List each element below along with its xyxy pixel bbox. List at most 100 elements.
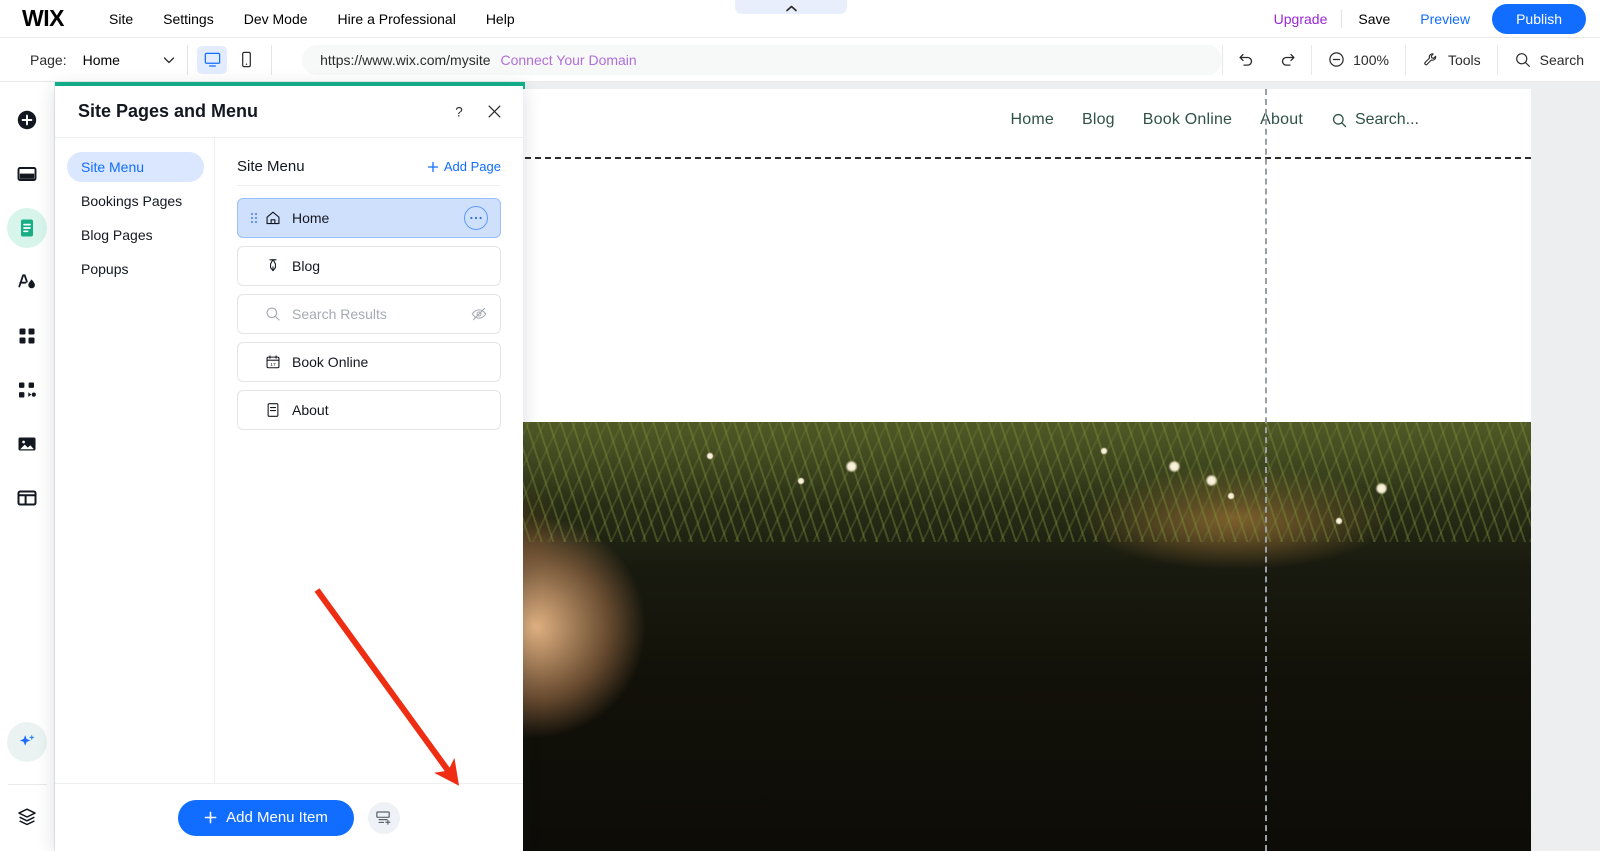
panel-nav-label: Blog Pages xyxy=(81,227,153,243)
page-row-book-online[interactable]: 17 Book Online xyxy=(237,342,501,382)
add-menu-item-button[interactable]: Add Menu Item xyxy=(178,799,354,836)
page-label: Home xyxy=(292,210,330,226)
site-search-button[interactable]: Search... xyxy=(1331,111,1419,129)
upgrade-button[interactable]: Upgrade xyxy=(1260,11,1342,27)
close-icon[interactable] xyxy=(486,103,503,120)
wix-logo[interactable]: WIX xyxy=(14,5,72,31)
flower-decor xyxy=(1335,517,1343,525)
tools-button[interactable]: Tools xyxy=(1406,38,1497,82)
search-icon xyxy=(1514,51,1532,69)
site-navigation: Home Blog Book Online About Search... xyxy=(1010,111,1419,129)
chevron-up-icon xyxy=(785,4,798,13)
collapsed-toolbar-tab[interactable] xyxy=(735,0,847,14)
svg-text:?: ? xyxy=(455,104,463,119)
zoom-control[interactable]: 100% xyxy=(1312,38,1405,82)
redo-button[interactable] xyxy=(1267,38,1311,82)
site-url-text: https://www.wix.com/mysite xyxy=(320,51,491,68)
plus-icon xyxy=(204,811,217,824)
undo-button[interactable] xyxy=(1223,38,1267,82)
page-row-home[interactable]: Home xyxy=(237,198,501,238)
editor-toolbar: Page: Home https://www.wix.com/mysite Co… xyxy=(0,38,1600,82)
panel-main: Site Menu Add Page Home Blog Search Resu… xyxy=(215,138,523,783)
hidden-eye-icon[interactable] xyxy=(470,305,488,323)
panel-footer: Add Menu Item xyxy=(55,783,523,851)
pages-list[interactable]: Home Blog Search Results 17 Book Online … xyxy=(215,186,523,783)
add-dropdown-icon xyxy=(374,808,393,827)
panel-nav-blog-pages[interactable]: Blog Pages xyxy=(67,220,204,250)
zoom-level-value: 100% xyxy=(1353,51,1389,68)
redo-icon xyxy=(1279,50,1299,70)
search-label: Search xyxy=(1539,51,1584,68)
sidebar-item-ai-assistant[interactable] xyxy=(7,722,47,762)
sidebar-item-pages-and-menu[interactable] xyxy=(7,208,47,248)
center-alignment-guide xyxy=(1265,89,1267,851)
panel-title: Site Pages and Menu xyxy=(78,101,259,121)
page-label: Book Online xyxy=(292,354,369,370)
pen-icon xyxy=(260,257,286,275)
menu-item-site[interactable]: Site xyxy=(94,5,148,33)
add-dropdown-button[interactable] xyxy=(367,801,400,834)
my-business-icon xyxy=(15,378,39,402)
flower-decor xyxy=(1100,447,1108,455)
flower-decor xyxy=(1375,482,1388,495)
publish-button[interactable]: Publish xyxy=(1492,3,1586,34)
page-row-search-results[interactable]: Search Results xyxy=(237,294,501,334)
menu-item-dev-mode[interactable]: Dev Mode xyxy=(229,5,323,33)
page-more-actions-button[interactable] xyxy=(464,206,488,230)
menu-item-settings[interactable]: Settings xyxy=(148,5,229,33)
page-selector-value: Home xyxy=(82,51,120,68)
page-row-actions xyxy=(470,305,488,323)
page-row-actions xyxy=(464,206,488,230)
flower-decor xyxy=(797,477,805,485)
top-menu: Site Settings Dev Mode Hire a Profession… xyxy=(94,5,530,33)
sidebar-item-apps[interactable] xyxy=(7,316,47,356)
panel-nav-site-menu[interactable]: Site Menu xyxy=(67,152,204,182)
panel-section-header: Site Menu Add Page xyxy=(215,138,523,185)
chevron-down-icon xyxy=(161,52,177,68)
sidebar-item-site-design[interactable] xyxy=(7,262,47,302)
help-icon[interactable]: ? xyxy=(450,103,468,121)
panel-sidebar: Site Menu Bookings Pages Blog Pages Popu… xyxy=(55,138,215,783)
save-button[interactable]: Save xyxy=(1342,11,1406,27)
panel-nav-popups[interactable]: Popups xyxy=(67,254,204,284)
page-label: Search Results xyxy=(292,306,387,322)
sidebar-item-site-sections[interactable] xyxy=(7,154,47,194)
wrench-icon xyxy=(1422,51,1440,69)
connect-domain-link[interactable]: Connect Your Domain xyxy=(501,52,637,68)
sidebar-item-layers[interactable] xyxy=(7,797,47,837)
search-button[interactable]: Search xyxy=(1498,38,1600,82)
flower-decor xyxy=(706,452,714,460)
mobile-view-button[interactable] xyxy=(231,46,261,74)
site-pages-and-menu-panel[interactable]: Site Pages and Menu ? Site Menu Bookings… xyxy=(55,86,523,851)
viewport-switcher xyxy=(197,45,261,74)
page-row-blog[interactable]: Blog xyxy=(237,246,501,286)
preview-button[interactable]: Preview xyxy=(1406,11,1484,27)
menu-item-help[interactable]: Help xyxy=(471,5,530,33)
drag-handle-icon[interactable] xyxy=(248,211,260,225)
zoom-out-icon[interactable] xyxy=(1328,51,1345,68)
calendar-icon: 17 xyxy=(260,353,286,371)
site-url-bar[interactable]: https://www.wix.com/mysite Connect Your … xyxy=(302,44,1223,75)
pages-menu-icon xyxy=(15,216,39,240)
divider xyxy=(7,784,47,785)
ai-sparkle-icon xyxy=(16,731,38,753)
page-selector[interactable]: Home xyxy=(83,52,177,68)
menu-item-hire-a-professional[interactable]: Hire a Professional xyxy=(323,5,471,33)
section-title: Site Menu xyxy=(237,158,305,175)
sidebar-item-content-manager[interactable] xyxy=(7,478,47,518)
desktop-view-button[interactable] xyxy=(197,45,228,74)
panel-nav-label: Bookings Pages xyxy=(81,193,183,209)
site-nav-book-online[interactable]: Book Online xyxy=(1143,111,1232,129)
sidebar-item-media[interactable] xyxy=(7,424,47,464)
add-page-button[interactable]: Add Page xyxy=(427,159,501,174)
page-row-about[interactable]: About xyxy=(237,390,501,430)
site-nav-home[interactable]: Home xyxy=(1010,111,1053,129)
sidebar-item-add-elements[interactable] xyxy=(7,100,47,140)
panel-nav-bookings-pages[interactable]: Bookings Pages xyxy=(67,186,204,216)
site-design-icon xyxy=(15,270,39,294)
panel-body: Site Menu Bookings Pages Blog Pages Popu… xyxy=(55,138,523,783)
search-icon xyxy=(260,305,286,323)
sidebar-item-my-business[interactable] xyxy=(7,370,47,410)
site-nav-blog[interactable]: Blog xyxy=(1082,111,1115,129)
svg-text:17: 17 xyxy=(270,362,276,368)
